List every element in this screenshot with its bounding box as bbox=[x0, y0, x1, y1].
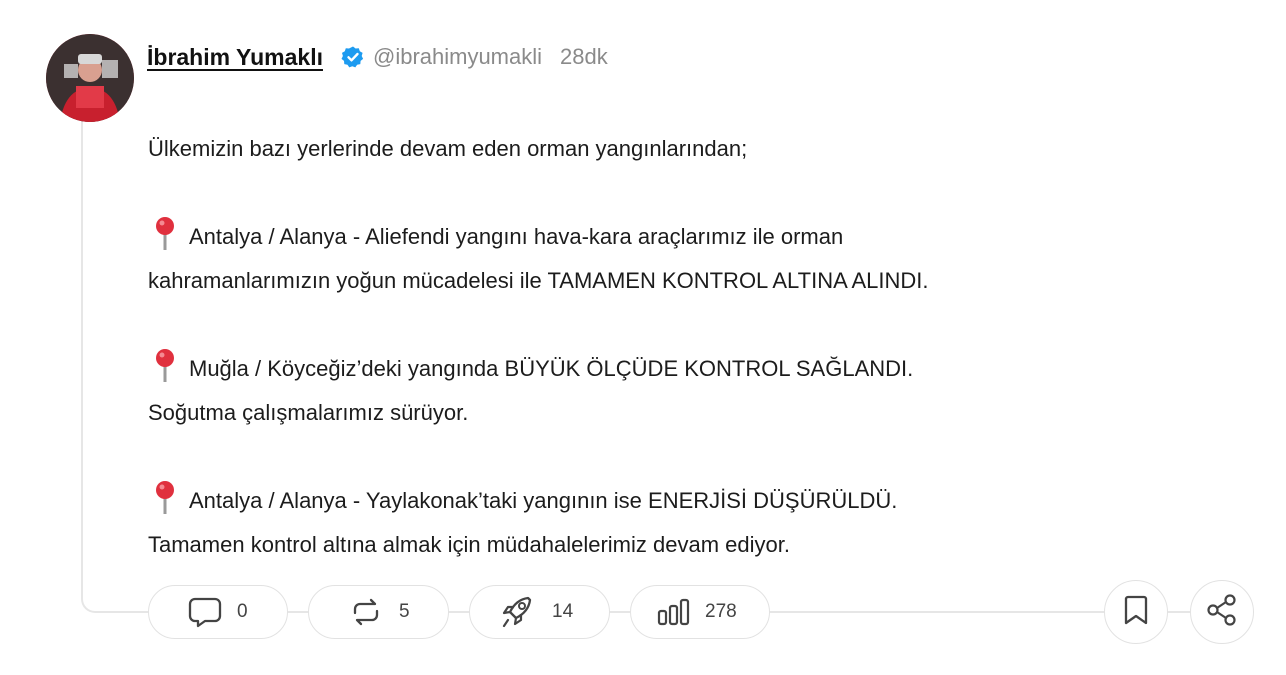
post-header: İbrahim Yumaklı @ibrahimyumakli 28dk bbox=[147, 40, 608, 74]
boost-button[interactable]: 14 bbox=[469, 585, 610, 639]
verified-badge-icon bbox=[341, 45, 365, 69]
post-body: Ülkemizin bazı yerlerinde devam eden orm… bbox=[148, 127, 1208, 567]
avatar[interactable] bbox=[46, 34, 134, 122]
boost-count: 14 bbox=[552, 601, 574, 622]
comment-button[interactable]: 0 bbox=[148, 585, 288, 639]
bar-chart-icon bbox=[657, 597, 691, 627]
map-pin-icon bbox=[153, 348, 177, 386]
divider bbox=[770, 611, 1104, 613]
map-pin-icon bbox=[153, 216, 177, 254]
post-time[interactable]: 28dk bbox=[560, 44, 608, 70]
divider bbox=[449, 611, 469, 613]
views-count: 278 bbox=[705, 601, 737, 622]
bookmark-icon bbox=[1123, 594, 1149, 631]
divider bbox=[288, 611, 308, 613]
post-paragraph: Antalya / Alanya - Yaylakonak’taki yangı… bbox=[148, 479, 1208, 567]
post-paragraph: Ülkemizin bazı yerlerinde devam eden orm… bbox=[148, 127, 1208, 171]
post-paragraph: Antalya / Alanya - Aliefendi yangını hav… bbox=[148, 215, 1208, 303]
paragraph-line: Muğla / Köyceğiz’deki yangında BÜYÜK ÖLÇ… bbox=[189, 356, 914, 381]
paragraph-line: Ülkemizin bazı yerlerinde devam eden orm… bbox=[148, 136, 748, 161]
views-button[interactable]: 278 bbox=[630, 585, 770, 639]
divider bbox=[610, 611, 630, 613]
author-handle[interactable]: @ibrahimyumakli bbox=[373, 44, 542, 70]
paragraph-line: Antalya / Alanya - Yaylakonak’taki yangı… bbox=[189, 488, 898, 513]
divider bbox=[95, 611, 148, 613]
share-icon bbox=[1205, 593, 1239, 632]
repost-count: 5 bbox=[399, 601, 410, 622]
author-name[interactable]: İbrahim Yumaklı bbox=[147, 44, 323, 71]
thread-line bbox=[81, 118, 97, 613]
map-pin-icon bbox=[153, 480, 177, 518]
bookmark-button[interactable] bbox=[1104, 580, 1168, 644]
rocket-icon bbox=[498, 594, 538, 630]
comment-icon bbox=[187, 595, 223, 629]
divider bbox=[1168, 611, 1190, 613]
paragraph-line: Antalya / Alanya - Aliefendi yangını hav… bbox=[189, 224, 844, 249]
repost-icon bbox=[347, 597, 385, 627]
avatar-image bbox=[46, 34, 134, 122]
repost-button[interactable]: 5 bbox=[308, 585, 449, 639]
paragraph-line: Soğutma çalışmalarımız sürüyor. bbox=[148, 400, 469, 425]
post-paragraph: Muğla / Köyceğiz’deki yangında BÜYÜK ÖLÇ… bbox=[148, 347, 1208, 435]
comment-count: 0 bbox=[237, 601, 248, 622]
paragraph-line: Tamamen kontrol altına almak için müdaha… bbox=[148, 532, 790, 557]
paragraph-line: kahramanlarımızın yoğun mücadelesi ile T… bbox=[148, 268, 929, 293]
share-button[interactable] bbox=[1190, 580, 1254, 644]
